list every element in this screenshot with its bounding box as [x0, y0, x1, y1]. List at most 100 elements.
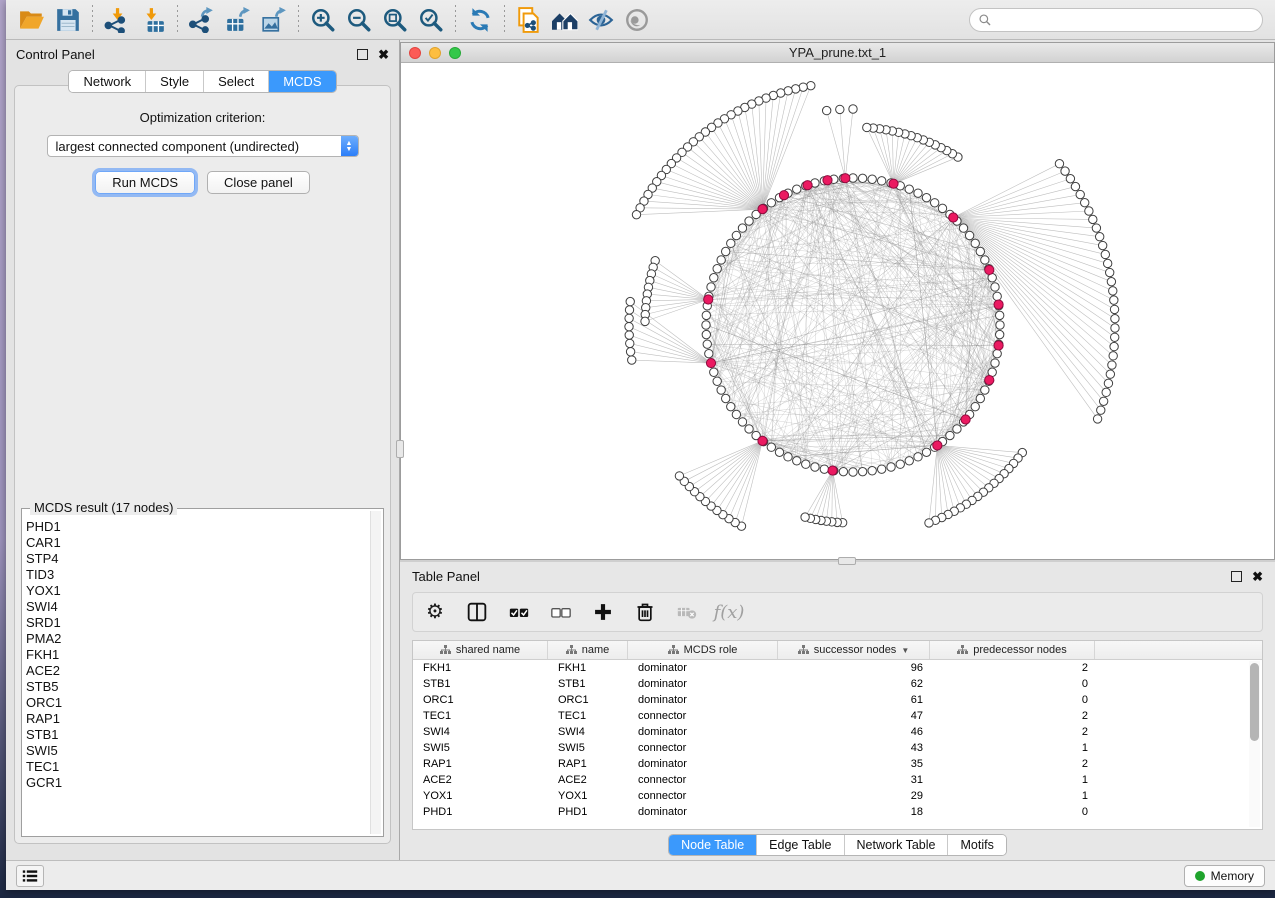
- mcds-hub-node[interactable]: [985, 375, 994, 384]
- network-node[interactable]: [887, 463, 895, 471]
- export-image-button[interactable]: [256, 3, 292, 37]
- network-node[interactable]: [738, 418, 746, 426]
- network-node[interactable]: [858, 467, 866, 475]
- network-leaf-node[interactable]: [626, 339, 634, 347]
- column-header-successor-nodes[interactable]: successor nodes▼: [778, 641, 930, 659]
- mcds-result-item[interactable]: STB1: [26, 727, 369, 743]
- network-node[interactable]: [896, 460, 904, 468]
- close-panel-icon[interactable]: ✖: [378, 49, 389, 60]
- network-leaf-node[interactable]: [625, 306, 633, 314]
- network-node[interactable]: [877, 465, 885, 473]
- mcds-hub-node[interactable]: [803, 181, 812, 190]
- column-header-MCDS-role[interactable]: MCDS role: [628, 641, 778, 659]
- mcds-hub-node[interactable]: [779, 191, 788, 200]
- tab-motifs[interactable]: Motifs: [948, 835, 1005, 855]
- mcds-result-item[interactable]: YOX1: [26, 583, 369, 599]
- mcds-hub-node[interactable]: [758, 205, 767, 214]
- network-node[interactable]: [767, 199, 775, 207]
- network-node[interactable]: [707, 283, 715, 291]
- network-node[interactable]: [721, 247, 729, 255]
- network-node[interactable]: [976, 394, 984, 402]
- network-leaf-node[interactable]: [1081, 198, 1089, 206]
- mcds-hub-node[interactable]: [994, 300, 1003, 309]
- network-node[interactable]: [981, 386, 989, 394]
- delete-table-button-disabled[interactable]: [675, 600, 699, 624]
- horizontal-splitter-handle[interactable]: [838, 557, 856, 565]
- table-row[interactable]: SWI4SWI4dominator462: [413, 724, 1262, 740]
- network-node[interactable]: [702, 330, 710, 338]
- table-row[interactable]: PHD1PHD1dominator180: [413, 804, 1262, 820]
- optimization-criterion-select[interactable]: largest connected component (undirected)…: [47, 135, 359, 157]
- network-leaf-node[interactable]: [836, 105, 844, 113]
- mcds-hub-node[interactable]: [985, 265, 994, 274]
- import-table-button[interactable]: [135, 3, 171, 37]
- mcds-result-item[interactable]: PHD1: [26, 519, 369, 535]
- network-leaf-node[interactable]: [1108, 361, 1116, 369]
- mcds-result-item[interactable]: ORC1: [26, 695, 369, 711]
- network-leaf-node[interactable]: [628, 356, 636, 364]
- network-node[interactable]: [946, 431, 954, 439]
- network-node[interactable]: [868, 175, 876, 183]
- network-leaf-node[interactable]: [632, 210, 640, 218]
- mcds-result-item[interactable]: STP4: [26, 551, 369, 567]
- network-leaf-node[interactable]: [1110, 296, 1118, 304]
- show-task-history-button[interactable]: [16, 865, 44, 887]
- mcds-hub-node[interactable]: [841, 174, 850, 183]
- mcds-result-item[interactable]: SRD1: [26, 615, 369, 631]
- mcds-result-item[interactable]: FKH1: [26, 647, 369, 663]
- network-node[interactable]: [811, 463, 819, 471]
- network-leaf-node[interactable]: [1085, 207, 1093, 215]
- network-node[interactable]: [732, 231, 740, 239]
- column-header-shared-name[interactable]: shared name: [413, 641, 548, 659]
- run-mcds-button[interactable]: Run MCDS: [95, 171, 195, 194]
- mcds-hub-node[interactable]: [933, 441, 942, 450]
- network-node[interactable]: [991, 359, 999, 367]
- network-leaf-node[interactable]: [625, 322, 633, 330]
- table-row[interactable]: STB1STB1dominator620: [413, 676, 1262, 692]
- network-node[interactable]: [849, 468, 857, 476]
- mcds-result-item[interactable]: TID3: [26, 567, 369, 583]
- vertical-splitter-handle[interactable]: [396, 440, 404, 458]
- network-leaf-node[interactable]: [1093, 415, 1101, 423]
- network-node[interactable]: [991, 283, 999, 291]
- network-node[interactable]: [775, 448, 783, 456]
- mcds-result-item[interactable]: GCR1: [26, 775, 369, 791]
- network-node[interactable]: [727, 402, 735, 410]
- table-row[interactable]: ACE2ACE2connector311: [413, 772, 1262, 788]
- table-row[interactable]: YOX1YOX1connector291: [413, 788, 1262, 804]
- network-leaf-node[interactable]: [1089, 215, 1097, 223]
- zoom-fit-button[interactable]: [377, 3, 413, 37]
- network-node[interactable]: [710, 368, 718, 376]
- mcds-result-item[interactable]: SWI4: [26, 599, 369, 615]
- table-scrollbar-thumb[interactable]: [1250, 663, 1259, 741]
- network-node[interactable]: [995, 311, 1003, 319]
- network-node[interactable]: [702, 311, 710, 319]
- network-node[interactable]: [905, 457, 913, 465]
- network-node[interactable]: [793, 185, 801, 193]
- tab-style[interactable]: Style: [146, 71, 204, 92]
- network-node[interactable]: [971, 239, 979, 247]
- network-leaf-node[interactable]: [1111, 324, 1119, 332]
- close-panel-icon[interactable]: ✖: [1252, 571, 1263, 582]
- float-panel-icon[interactable]: [1231, 571, 1242, 582]
- mcds-hub-node[interactable]: [706, 358, 715, 367]
- export-table-button[interactable]: [220, 3, 256, 37]
- network-leaf-node[interactable]: [1107, 277, 1115, 285]
- network-leaf-node[interactable]: [1101, 250, 1109, 258]
- network-node[interactable]: [702, 321, 710, 329]
- network-leaf-node[interactable]: [807, 81, 815, 89]
- export-network-button[interactable]: [184, 3, 220, 37]
- network-node[interactable]: [710, 274, 718, 282]
- deselect-all-button[interactable]: [549, 600, 573, 624]
- network-node[interactable]: [820, 465, 828, 473]
- show-graphics-details-button[interactable]: [619, 3, 655, 37]
- network-node[interactable]: [965, 231, 973, 239]
- float-panel-icon[interactable]: [357, 49, 368, 60]
- network-node[interactable]: [713, 377, 721, 385]
- function-builder-button-disabled[interactable]: f(x): [717, 600, 741, 624]
- mcds-hub-node[interactable]: [994, 341, 1003, 350]
- select-all-button[interactable]: [507, 600, 531, 624]
- network-leaf-node[interactable]: [1098, 241, 1106, 249]
- network-leaf-node[interactable]: [1103, 259, 1111, 267]
- network-node[interactable]: [713, 265, 721, 273]
